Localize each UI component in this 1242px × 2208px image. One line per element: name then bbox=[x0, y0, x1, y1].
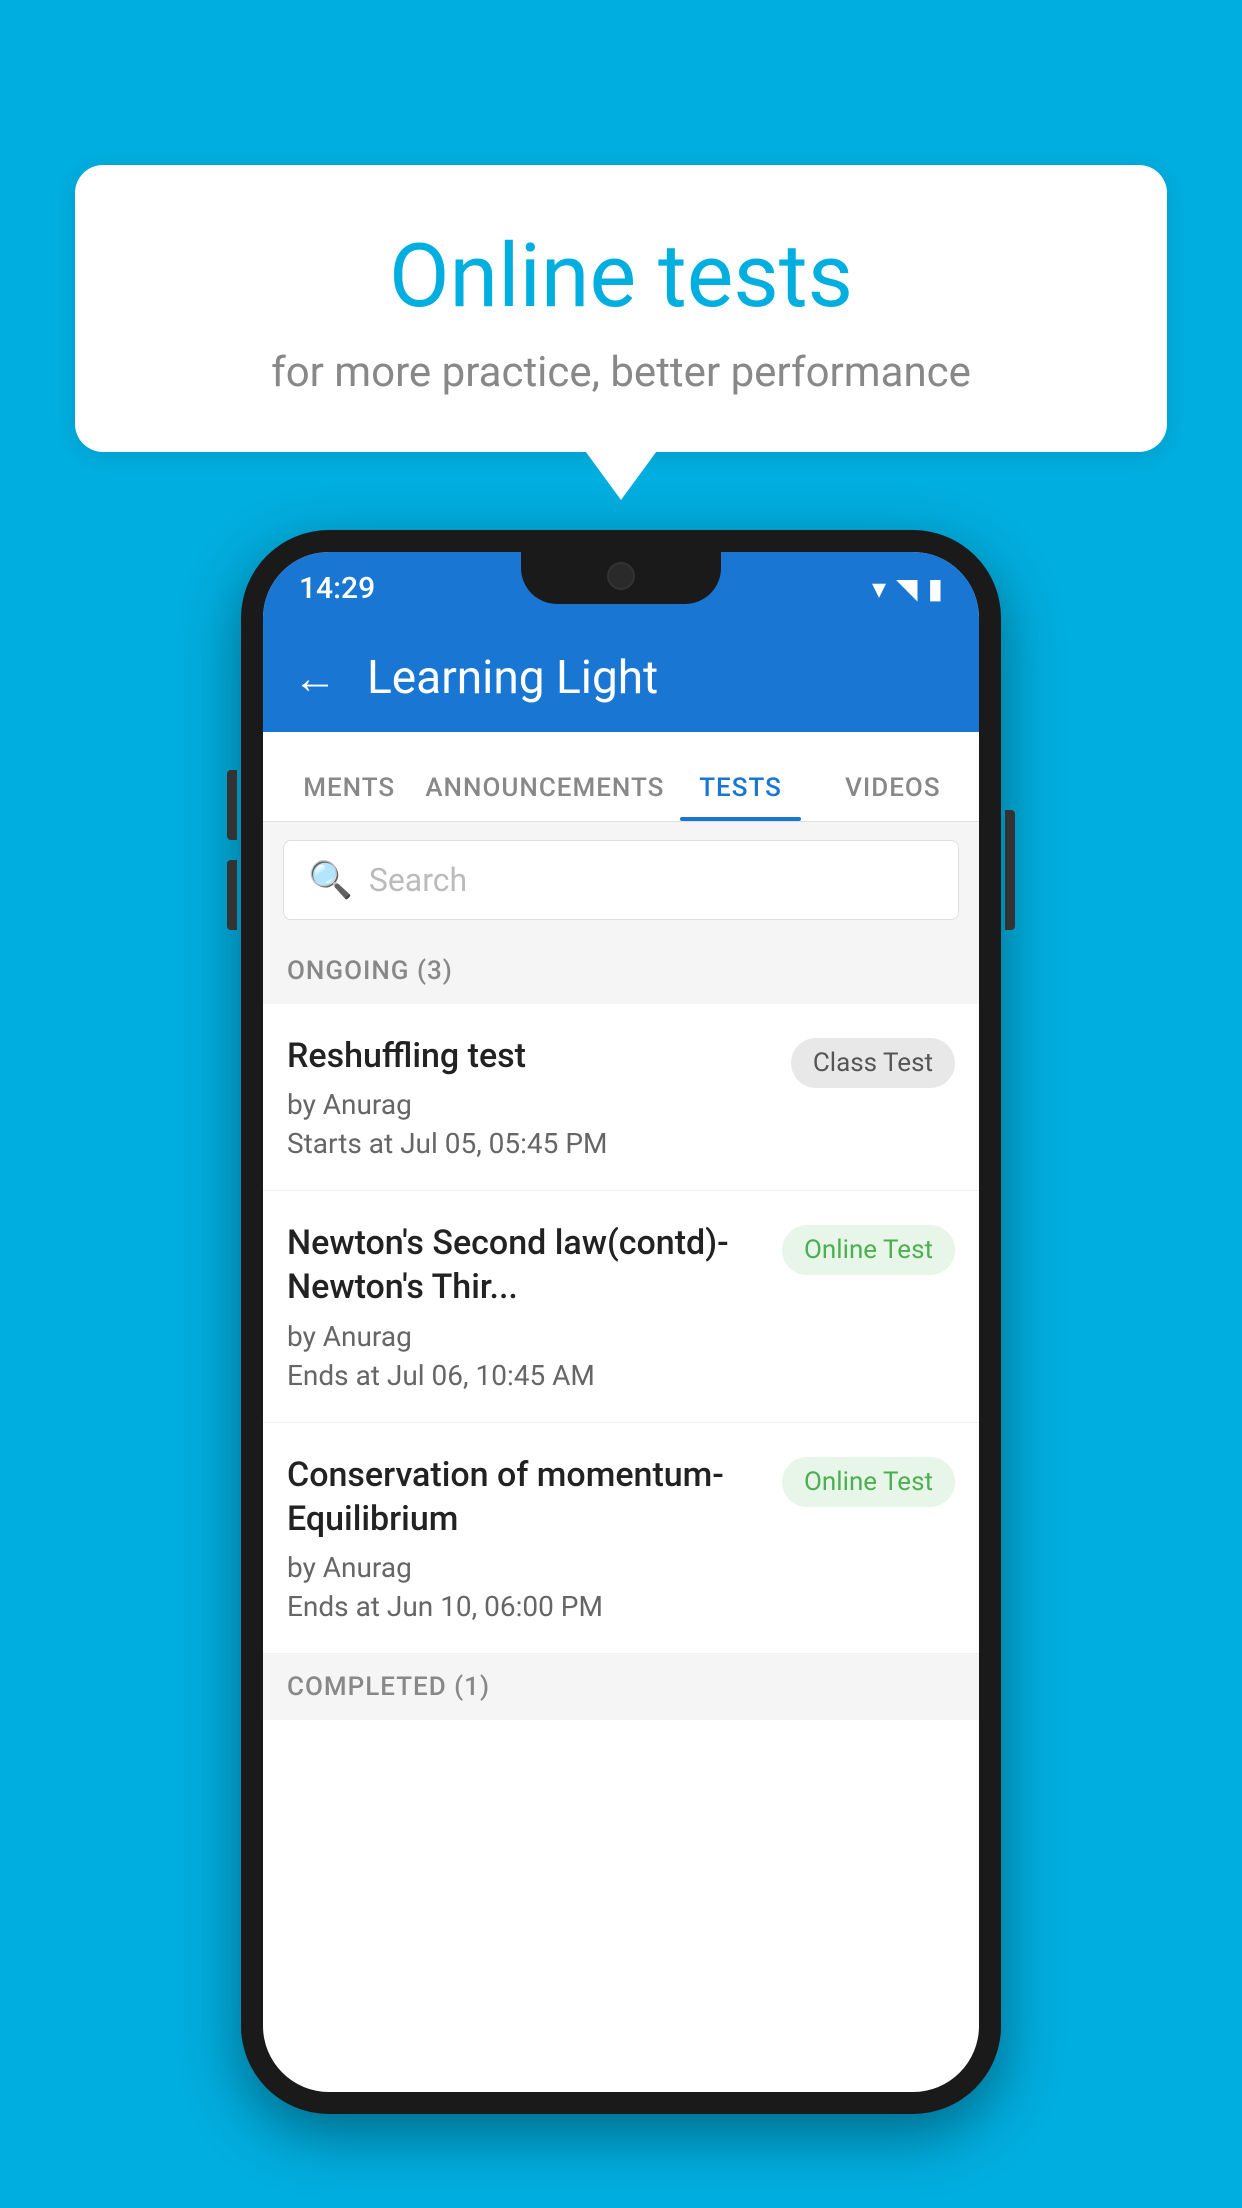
battery-icon: ▮ bbox=[928, 572, 943, 605]
status-time: 14:29 bbox=[299, 571, 375, 606]
search-bar[interactable]: 🔍 Search bbox=[283, 840, 959, 920]
front-camera bbox=[607, 562, 635, 590]
test-time-2: Ends at Jul 06, 10:45 AM bbox=[287, 1359, 762, 1392]
app-bar: ← Learning Light bbox=[263, 624, 979, 732]
test-list: Reshuffling test by Anurag Starts at Jul… bbox=[263, 1004, 979, 1654]
test-time-3: Ends at Jun 10, 06:00 PM bbox=[287, 1590, 762, 1623]
tab-announcements[interactable]: ANNOUNCEMENTS bbox=[425, 773, 664, 821]
tab-tests[interactable]: TESTS bbox=[664, 773, 816, 821]
tab-videos[interactable]: VIDEOS bbox=[817, 773, 969, 821]
bubble-title: Online tests bbox=[115, 225, 1127, 328]
test-badge-1: Class Test bbox=[791, 1038, 955, 1088]
test-name-1: Reshuffling test bbox=[287, 1034, 771, 1078]
test-info-3: Conservation of momentum-Equilibrium by … bbox=[287, 1453, 782, 1623]
test-name-2: Newton's Second law(contd)-Newton's Thir… bbox=[287, 1221, 762, 1309]
signal-icon: ◥ bbox=[896, 572, 918, 605]
test-time-1: Starts at Jul 05, 05:45 PM bbox=[287, 1127, 771, 1160]
completed-section-label: COMPLETED (1) bbox=[263, 1654, 979, 1720]
app-title: Learning Light bbox=[367, 651, 658, 705]
test-name-3: Conservation of momentum-Equilibrium bbox=[287, 1453, 762, 1541]
status-icons: ▾ ◥ ▮ bbox=[872, 572, 943, 605]
search-input[interactable]: Search bbox=[369, 861, 467, 899]
test-info-2: Newton's Second law(contd)-Newton's Thir… bbox=[287, 1221, 782, 1391]
back-button[interactable]: ← bbox=[293, 652, 337, 704]
test-badge-3: Online Test bbox=[782, 1457, 955, 1507]
bubble-subtitle: for more practice, better performance bbox=[115, 348, 1127, 397]
power-button bbox=[1005, 810, 1015, 930]
volume-down-button bbox=[227, 860, 237, 930]
speech-bubble: Online tests for more practice, better p… bbox=[75, 165, 1167, 452]
test-by-2: by Anurag bbox=[287, 1320, 762, 1353]
test-by-3: by Anurag bbox=[287, 1551, 762, 1584]
search-container: 🔍 Search bbox=[263, 822, 979, 938]
wifi-icon: ▾ bbox=[872, 572, 886, 605]
test-item-1[interactable]: Reshuffling test by Anurag Starts at Jul… bbox=[263, 1004, 979, 1191]
ongoing-section-label: ONGOING (3) bbox=[263, 938, 979, 1004]
phone-screen: 14:29 ▾ ◥ ▮ ← Learning Light MENTS ANNOU… bbox=[263, 552, 979, 2092]
test-info-1: Reshuffling test by Anurag Starts at Jul… bbox=[287, 1034, 791, 1160]
test-item-2[interactable]: Newton's Second law(contd)-Newton's Thir… bbox=[263, 1191, 979, 1422]
test-by-1: by Anurag bbox=[287, 1088, 771, 1121]
test-badge-2: Online Test bbox=[782, 1225, 955, 1275]
search-icon: 🔍 bbox=[308, 859, 353, 901]
tab-ments[interactable]: MENTS bbox=[273, 773, 425, 821]
tab-bar: MENTS ANNOUNCEMENTS TESTS VIDEOS bbox=[263, 732, 979, 822]
volume-up-button bbox=[227, 770, 237, 840]
phone-mockup: 14:29 ▾ ◥ ▮ ← Learning Light MENTS ANNOU… bbox=[241, 530, 1001, 2114]
phone-notch bbox=[521, 552, 721, 604]
test-item-3[interactable]: Conservation of momentum-Equilibrium by … bbox=[263, 1423, 979, 1654]
phone-outer: 14:29 ▾ ◥ ▮ ← Learning Light MENTS ANNOU… bbox=[241, 530, 1001, 2114]
